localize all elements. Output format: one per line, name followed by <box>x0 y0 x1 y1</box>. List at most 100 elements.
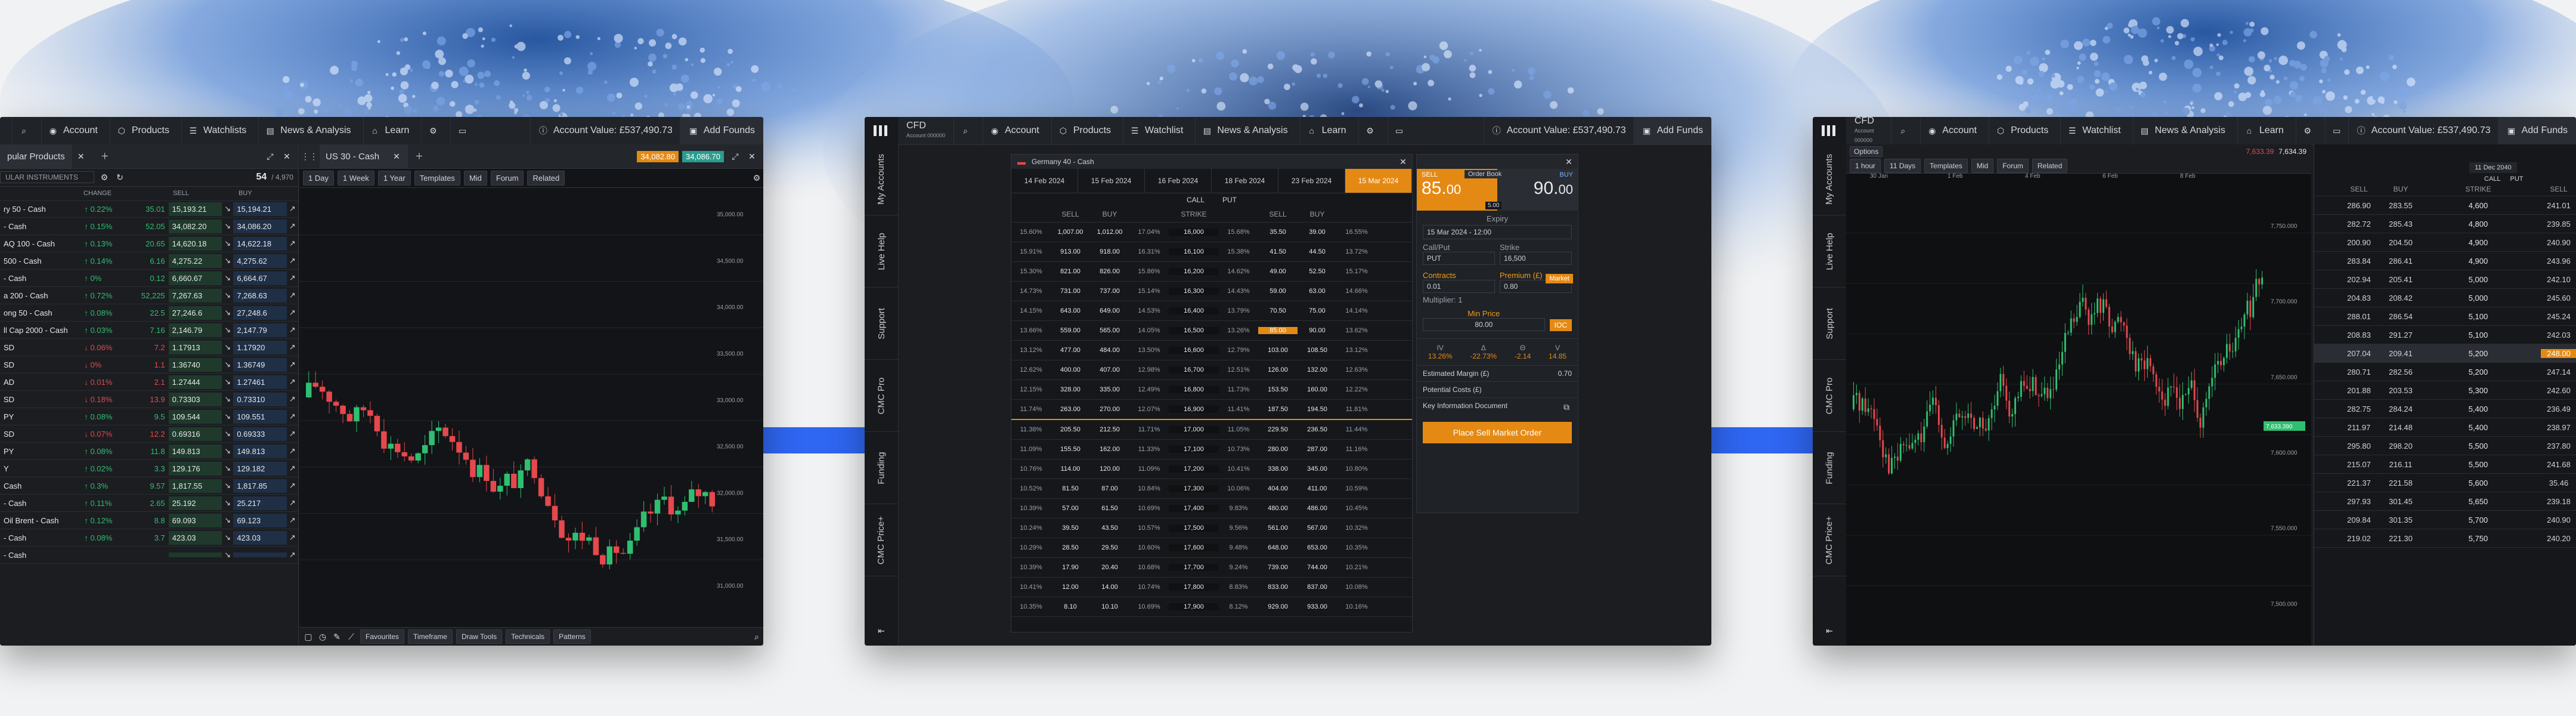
chart-tool-button[interactable]: Templates <box>414 170 460 186</box>
buy-price[interactable]: 1.36749 <box>233 357 287 372</box>
option-csell[interactable]: 205.50 <box>1051 426 1090 433</box>
option-cbuy[interactable]: 484.00 <box>1090 347 1129 354</box>
col-sell[interactable]: SELL <box>167 190 233 197</box>
chain-row[interactable]: 282.72 285.43 4,800 239.85 <box>2314 215 2576 233</box>
option-csell[interactable]: 731.00 <box>1051 288 1090 295</box>
option-cbuy[interactable]: 43.50 <box>1090 524 1129 532</box>
watchlist-row[interactable]: Cash ↑ 0.3% 9.57 1,817.55 ↘ 1,817.85 ↗ <box>0 477 298 495</box>
chain-call-buy[interactable]: 286.41 <box>2380 257 2422 266</box>
option-pbuy[interactable]: 52.50 <box>1298 268 1337 275</box>
expiry-tab[interactable]: 15 Feb 2024 <box>1078 169 1145 193</box>
chain-put-sell[interactable]: 239.18 <box>2541 497 2576 506</box>
chart-buy-price[interactable]: 34,086.70 <box>682 150 724 162</box>
option-row[interactable]: 10.39% 57.00 61.50 10.69% 17,400 9.83% 480.00 4… <box>1011 499 1412 519</box>
watchlist-filter[interactable]: ULAR INSTRUMENTS <box>0 171 94 183</box>
est-margin-row[interactable]: Estimated Margin (£) 0.70 <box>1417 366 1578 382</box>
sell-price[interactable]: 129.176 <box>168 461 222 476</box>
chain-call-sell[interactable]: 201.88 <box>2338 386 2380 395</box>
option-cbuy[interactable]: 10.10 <box>1090 603 1129 610</box>
bottom-tab[interactable]: Patterns <box>553 629 591 644</box>
buy-price[interactable] <box>233 553 287 557</box>
sell-price[interactable]: 0.69316 <box>168 427 222 441</box>
side-tab[interactable]: Support <box>1813 288 1846 360</box>
option-csell[interactable]: 28.50 <box>1051 544 1090 551</box>
chain-call-sell[interactable]: 297.93 <box>2338 497 2380 506</box>
min-price-input[interactable]: 80.00 <box>1423 318 1545 331</box>
settings-button[interactable]: ⚙ <box>421 117 444 144</box>
watchlist-row[interactable]: - Cash ↑ 0% 0.12 6,660.67 ↘ 6,664.67 ↗ <box>0 270 298 287</box>
watchlist-row[interactable]: ong 50 - Cash ↑ 0.08% 22.5 27,246.6 ↘ 27,248.… <box>0 304 298 322</box>
chain-row[interactable]: 209.84 301.35 5,700 240.90 <box>2314 511 2576 529</box>
search-icon[interactable]: ⌕ <box>751 631 762 642</box>
option-cbuy[interactable]: 61.50 <box>1090 505 1129 512</box>
option-psell[interactable]: 833.00 <box>1258 584 1298 591</box>
search-button[interactable]: ⌕ <box>1891 117 1914 144</box>
chain-call-buy[interactable]: 221.58 <box>2380 479 2422 487</box>
chain-row[interactable]: 288.01 286.54 5,100 245.24 <box>2314 307 2576 326</box>
chain-row[interactable]: 283.84 286.41 4,900 243.96 <box>2314 252 2576 270</box>
buy-price[interactable]: 0.73310 <box>233 392 287 406</box>
chain-call-sell[interactable]: 283.84 <box>2338 257 2380 266</box>
sell-price[interactable]: 69.093 <box>168 513 222 527</box>
option-cbuy[interactable]: 918.00 <box>1090 248 1129 255</box>
side-tab[interactable]: Funding <box>1813 432 1846 504</box>
search-button[interactable]: ⌕ <box>953 117 977 144</box>
chart-tool-button[interactable]: Related <box>2032 159 2068 173</box>
buy-price[interactable]: 109.551 <box>233 409 287 424</box>
option-pbuy[interactable]: 744.00 <box>1298 564 1337 571</box>
period-button[interactable]: 1 Year <box>377 170 411 186</box>
chart-tool-button[interactable]: Mid <box>463 170 487 186</box>
nav-account[interactable]: ◉ Account <box>41 117 104 144</box>
expand-icon[interactable]: ⤢ <box>265 151 275 162</box>
sell-price[interactable]: 4,275.22 <box>168 254 222 268</box>
option-csell[interactable]: 17.90 <box>1051 564 1090 571</box>
col-change[interactable]: CHANGE <box>83 190 167 197</box>
option-row[interactable]: 13.12% 477.00 484.00 13.50% 16,600 12.79% 103.… <box>1011 341 1412 360</box>
close-icon[interactable]: ✕ <box>1563 156 1574 167</box>
expiry-tab[interactable]: 14 Feb 2024 <box>1011 169 1078 193</box>
option-psell[interactable]: 187.50 <box>1258 406 1298 413</box>
option-csell[interactable]: 39.50 <box>1051 524 1090 532</box>
chain-call-buy[interactable]: 301.35 <box>2380 516 2422 524</box>
chain-put-sell[interactable]: 240.90 <box>2541 238 2576 247</box>
buy-price-box[interactable]: BUY 90.00 <box>1497 169 1578 211</box>
sell-price[interactable]: 109.544 <box>168 409 222 424</box>
close-icon[interactable]: ✕ <box>747 151 757 162</box>
chain-call-buy[interactable]: 216.11 <box>2380 460 2422 469</box>
option-pbuy[interactable]: 345.00 <box>1298 465 1337 473</box>
chain-call-sell[interactable]: 202.94 <box>2338 275 2380 284</box>
sell-price[interactable]: 0.73303 <box>168 392 222 406</box>
option-psell[interactable]: 126.00 <box>1258 366 1298 374</box>
option-csell[interactable]: 1,007.00 <box>1051 229 1090 236</box>
chain-put-sell[interactable]: 242.03 <box>2541 331 2576 340</box>
contracts-input[interactable]: 0.01 <box>1423 280 1495 293</box>
option-cbuy[interactable]: 162.00 <box>1090 446 1129 453</box>
option-psell[interactable]: 480.00 <box>1258 505 1298 512</box>
chain-call-buy[interactable]: 209.41 <box>2380 349 2422 358</box>
nav-learn[interactable]: ⌂ Learn <box>1299 117 1352 144</box>
grid-icon[interactable]: ⋮⋮ <box>301 151 318 162</box>
option-row[interactable]: 10.76% 114.00 120.00 11.09% 17,200 10.41% 338.… <box>1011 459 1412 479</box>
option-cbuy[interactable]: 737.00 <box>1090 288 1129 295</box>
chain-call-sell[interactable]: 209.84 <box>2338 516 2380 524</box>
chain-row[interactable]: 201.88 203.53 5,300 242.60 <box>2314 381 2576 400</box>
option-row[interactable]: 12.15% 328.00 335.00 12.49% 16,800 11.73% 153.… <box>1011 380 1412 400</box>
buy-price[interactable]: 6,664.67 <box>233 271 287 285</box>
option-cbuy[interactable]: 649.00 <box>1090 307 1129 314</box>
option-cbuy[interactable]: 407.00 <box>1090 366 1129 374</box>
chain-row[interactable]: 297.93 301.45 5,650 239.18 <box>2314 492 2576 511</box>
chain-put-sell[interactable]: 239.85 <box>2541 220 2576 229</box>
option-pbuy[interactable]: 132.00 <box>1298 366 1337 374</box>
chain-put-sell[interactable]: 242.10 <box>2541 275 2576 284</box>
chain-put-sell[interactable]: 245.24 <box>2541 312 2576 321</box>
option-pbuy[interactable]: 160.00 <box>1298 386 1337 393</box>
chain-put-sell[interactable]: 243.96 <box>2541 257 2576 266</box>
option-cbuy[interactable]: 270.00 <box>1090 406 1129 413</box>
option-pbuy[interactable]: 108.50 <box>1298 347 1337 354</box>
expand-icon[interactable]: ⤢ <box>730 151 741 162</box>
submit-order-button[interactable]: Place Sell Market Order <box>1423 422 1572 443</box>
sell-price[interactable]: 14,620.18 <box>168 236 222 251</box>
bottom-tab[interactable]: Favourites <box>360 629 405 644</box>
layout-button[interactable]: ▭ <box>2324 117 2348 144</box>
option-psell[interactable]: 70.50 <box>1258 307 1298 314</box>
